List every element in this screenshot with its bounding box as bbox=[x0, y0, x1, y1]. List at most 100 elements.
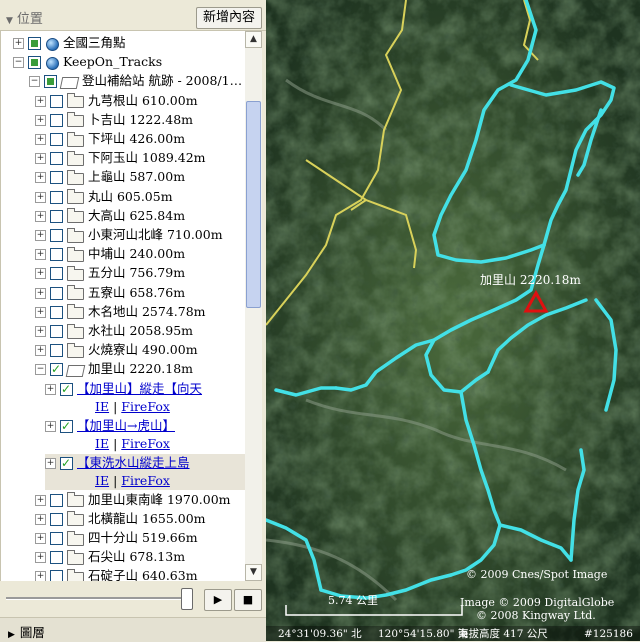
tree-item-label[interactable]: 木名地山 2574.78m bbox=[88, 304, 206, 319]
tree-item[interactable]: + 全國三角點 bbox=[13, 34, 126, 52]
expand-plus-icon[interactable]: + bbox=[45, 457, 56, 469]
tree-item-label[interactable]: 九芎根山 610.00m bbox=[88, 93, 198, 108]
tree-item[interactable]: + 五寮山 658.76m bbox=[35, 284, 185, 302]
tree-item[interactable]: + 北橫龍山 1655.00m bbox=[35, 510, 206, 528]
visibility-checkbox[interactable] bbox=[50, 209, 63, 223]
collapse-minus-icon[interactable]: − bbox=[29, 76, 40, 88]
tree-item-label[interactable]: 石碇子山 640.63m bbox=[88, 568, 198, 581]
tree-item-label[interactable]: 中埔山 240.00m bbox=[88, 246, 185, 261]
collapse-minus-icon[interactable]: − bbox=[13, 57, 24, 69]
visibility-checkbox[interactable] bbox=[50, 133, 63, 146]
scroll-down-arrow-icon[interactable]: ▼ bbox=[245, 564, 262, 581]
tree-item[interactable]: + 中埔山 240.00m bbox=[35, 245, 185, 263]
tree-item[interactable]: + 火燒寮山 490.00m bbox=[35, 341, 198, 359]
tree-item-label[interactable]: 加里山 2220.18m bbox=[88, 361, 193, 376]
visibility-checkbox[interactable] bbox=[50, 113, 63, 127]
track-title-link[interactable]: 【加里山】縱走【向天 bbox=[77, 381, 202, 396]
tree-item-label[interactable]: 火燒寮山 490.00m bbox=[88, 342, 198, 357]
layers-title[interactable]: ▶ 圖層 bbox=[8, 622, 45, 641]
tree-item[interactable]: − 登山補給站 航跡 - 2008/1… bbox=[29, 72, 242, 90]
expand-plus-icon[interactable]: + bbox=[35, 513, 46, 525]
add-content-button[interactable]: 新增內容 bbox=[195, 7, 262, 29]
expand-plus-icon[interactable]: + bbox=[13, 38, 24, 49]
expand-plus-icon[interactable]: + bbox=[35, 249, 46, 261]
tree-item-label[interactable]: 上龜山 587.00m bbox=[88, 169, 185, 184]
tree-item[interactable]: + 下阿玉山 1089.42m bbox=[35, 149, 206, 167]
visibility-checkbox[interactable] bbox=[28, 56, 41, 70]
placemark-label[interactable]: 加里山 2220.18m bbox=[480, 273, 581, 287]
tree-item-label[interactable]: KeepOn_Tracks bbox=[63, 54, 162, 69]
tree-item-label[interactable]: 下阿玉山 1089.42m bbox=[88, 150, 206, 165]
visibility-checkbox[interactable] bbox=[50, 344, 63, 358]
expand-plus-icon[interactable]: + bbox=[35, 306, 46, 318]
tree-item-label[interactable]: 五分山 756.79m bbox=[88, 265, 185, 280]
tree-item-label[interactable]: 下坪山 426.00m bbox=[88, 131, 185, 146]
expand-plus-icon[interactable]: + bbox=[35, 533, 46, 544]
tree-item[interactable]: + 丸山 605.05m bbox=[35, 188, 173, 206]
visibility-checkbox[interactable] bbox=[50, 248, 63, 262]
track-entry[interactable]: + 【加里山】縱走【向天 bbox=[45, 380, 202, 398]
tree-item-label[interactable]: 五寮山 658.76m bbox=[88, 285, 185, 300]
visibility-checkbox[interactable] bbox=[50, 190, 63, 204]
visibility-checkbox[interactable] bbox=[50, 325, 63, 338]
visibility-checkbox[interactable] bbox=[50, 551, 63, 565]
expand-plus-icon[interactable]: + bbox=[35, 134, 46, 145]
tree-item[interactable]: + 卜吉山 1222.48m bbox=[35, 111, 193, 129]
visibility-checkbox[interactable] bbox=[50, 512, 63, 526]
expand-plus-icon[interactable]: + bbox=[35, 571, 46, 581]
satellite-map[interactable]: 加里山 2220.18m 5.74 公里 © 2009 Cnes/Spot Im… bbox=[266, 0, 640, 641]
scrollbar-thumb[interactable] bbox=[246, 101, 261, 308]
tree-item-label[interactable]: 卜吉山 1222.48m bbox=[88, 112, 193, 127]
tree-scrollbar[interactable]: ▲ ▼ bbox=[245, 31, 262, 581]
tree-item[interactable]: − KeepOn_Tracks bbox=[13, 53, 162, 71]
visibility-checkbox[interactable] bbox=[50, 305, 63, 319]
visibility-checkbox[interactable] bbox=[50, 171, 63, 185]
expand-triangle-icon[interactable]: ▶ bbox=[8, 630, 15, 640]
visibility-checkbox[interactable] bbox=[50, 229, 63, 242]
expand-plus-icon[interactable]: + bbox=[45, 383, 56, 395]
tree-item-label[interactable]: 全國三角點 bbox=[63, 35, 126, 50]
track-title-link[interactable]: 【東洗水山縱走上島 bbox=[77, 455, 190, 470]
scroll-up-arrow-icon[interactable]: ▲ bbox=[245, 31, 262, 48]
ie-link[interactable]: IE bbox=[95, 436, 109, 451]
expand-plus-icon[interactable]: + bbox=[35, 153, 46, 165]
tree-item[interactable]: + 下坪山 426.00m bbox=[35, 130, 185, 148]
tree-item-label[interactable]: 小東河山北峰 710.00m bbox=[88, 227, 223, 242]
tree-item-label[interactable]: 四十分山 519.66m bbox=[88, 530, 198, 545]
visibility-checkbox[interactable] bbox=[50, 267, 63, 281]
play-tour-button[interactable]: ▶ bbox=[204, 589, 232, 611]
visibility-checkbox[interactable] bbox=[50, 360, 63, 378]
expand-plus-icon[interactable]: + bbox=[45, 420, 56, 432]
visibility-checkbox[interactable] bbox=[50, 570, 63, 581]
expand-plus-icon[interactable]: + bbox=[35, 191, 46, 203]
tree-item-label[interactable]: 登山補給站 航跡 - 2008/1… bbox=[82, 73, 242, 88]
track-title-link[interactable]: 【加里山→虎山】 bbox=[77, 418, 175, 433]
expand-plus-icon[interactable]: + bbox=[35, 287, 46, 299]
tour-slider-track[interactable] bbox=[6, 597, 186, 600]
tree-item[interactable]: + 小東河山北峰 710.00m bbox=[35, 226, 223, 244]
visibility-checkbox[interactable] bbox=[50, 94, 63, 108]
visibility-checkbox[interactable] bbox=[60, 454, 73, 472]
tree-item[interactable]: + 木名地山 2574.78m bbox=[35, 303, 206, 321]
expand-plus-icon[interactable]: + bbox=[35, 210, 46, 222]
expand-plus-icon[interactable]: + bbox=[35, 268, 46, 280]
collapse-triangle-icon[interactable]: ▼ bbox=[6, 16, 13, 26]
visibility-checkbox[interactable] bbox=[50, 493, 63, 507]
tree-item-label[interactable]: 石尖山 678.13m bbox=[88, 549, 185, 564]
firefox-link[interactable]: FireFox bbox=[121, 473, 170, 488]
layers-bar[interactable]: ▶ 圖層 bbox=[0, 617, 266, 642]
firefox-link[interactable]: FireFox bbox=[121, 399, 170, 414]
visibility-checkbox[interactable] bbox=[50, 152, 63, 166]
tree-item[interactable]: + 五分山 756.79m bbox=[35, 264, 185, 282]
visibility-checkbox[interactable] bbox=[60, 380, 73, 398]
expand-plus-icon[interactable]: + bbox=[35, 114, 46, 126]
tree-item-label[interactable]: 水社山 2058.95m bbox=[88, 323, 193, 338]
tree-item[interactable]: + 加里山東南峰 1970.00m bbox=[35, 491, 231, 509]
tree-item[interactable]: + 四十分山 519.66m bbox=[35, 529, 198, 547]
tree-item[interactable]: + 大高山 625.84m bbox=[35, 207, 185, 225]
ie-link[interactable]: IE bbox=[95, 473, 109, 488]
expand-plus-icon[interactable]: + bbox=[35, 230, 46, 241]
tree-item[interactable]: − 加里山 2220.18m bbox=[35, 360, 193, 378]
visibility-checkbox[interactable] bbox=[60, 417, 73, 435]
tree-item[interactable]: + 石碇子山 640.63m bbox=[35, 567, 198, 581]
